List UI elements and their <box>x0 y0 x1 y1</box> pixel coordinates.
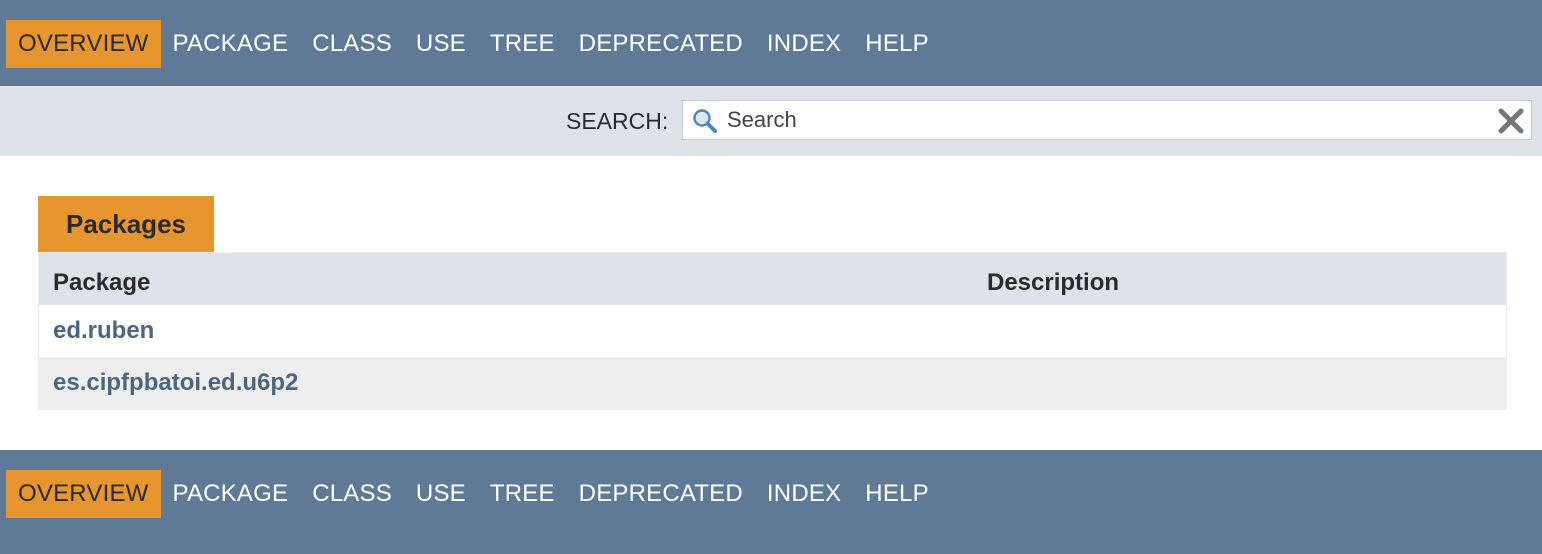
packages-table: Package Description ed.ruben es.cipfpbat… <box>38 252 1507 410</box>
table-header: Package Description <box>39 253 1506 305</box>
nav-item-index[interactable]: INDEX <box>755 20 853 68</box>
bottom-navbar: OVERVIEW PACKAGE CLASS USE TREE DEPRECAT… <box>0 450 1542 554</box>
package-link[interactable]: es.cipfpbatoi.ed.u6p2 <box>53 357 298 409</box>
nav-item-class[interactable]: CLASS <box>300 20 404 68</box>
column-header-description: Description <box>987 269 1120 296</box>
nav-item-overview[interactable]: OVERVIEW <box>6 470 161 518</box>
search-label: SEARCH: <box>566 108 669 134</box>
close-icon[interactable] <box>1497 107 1525 135</box>
nav-item-class[interactable]: CLASS <box>300 470 404 518</box>
search-box[interactable] <box>682 100 1532 140</box>
nav-item-use[interactable]: USE <box>404 470 478 518</box>
nav-item-package[interactable]: PACKAGE <box>161 20 301 68</box>
bottom-nav-list: OVERVIEW PACKAGE CLASS USE TREE DEPRECAT… <box>6 470 941 518</box>
nav-item-tree[interactable]: TREE <box>478 20 567 68</box>
nav-item-deprecated[interactable]: DEPRECATED <box>567 470 755 518</box>
search-icon <box>691 107 719 135</box>
nav-item-index[interactable]: INDEX <box>755 470 853 518</box>
table-row: es.cipfpbatoi.ed.u6p2 <box>39 357 1506 409</box>
nav-item-use[interactable]: USE <box>404 20 478 68</box>
search-input[interactable] <box>727 101 1487 139</box>
packages-caption: Packages <box>38 196 214 252</box>
nav-item-help[interactable]: HELP <box>853 470 941 518</box>
nav-item-help[interactable]: HELP <box>853 20 941 68</box>
nav-item-overview[interactable]: OVERVIEW <box>6 20 161 68</box>
table-row: ed.ruben <box>39 305 1506 357</box>
package-link[interactable]: ed.ruben <box>53 305 154 357</box>
nav-item-package[interactable]: PACKAGE <box>161 470 301 518</box>
nav-item-tree[interactable]: TREE <box>478 470 567 518</box>
column-header-package: Package <box>53 269 151 296</box>
nav-item-deprecated[interactable]: DEPRECATED <box>567 20 755 68</box>
top-navbar: OVERVIEW PACKAGE CLASS USE TREE DEPRECAT… <box>0 0 1542 86</box>
top-nav-list: OVERVIEW PACKAGE CLASS USE TREE DEPRECAT… <box>6 20 941 68</box>
